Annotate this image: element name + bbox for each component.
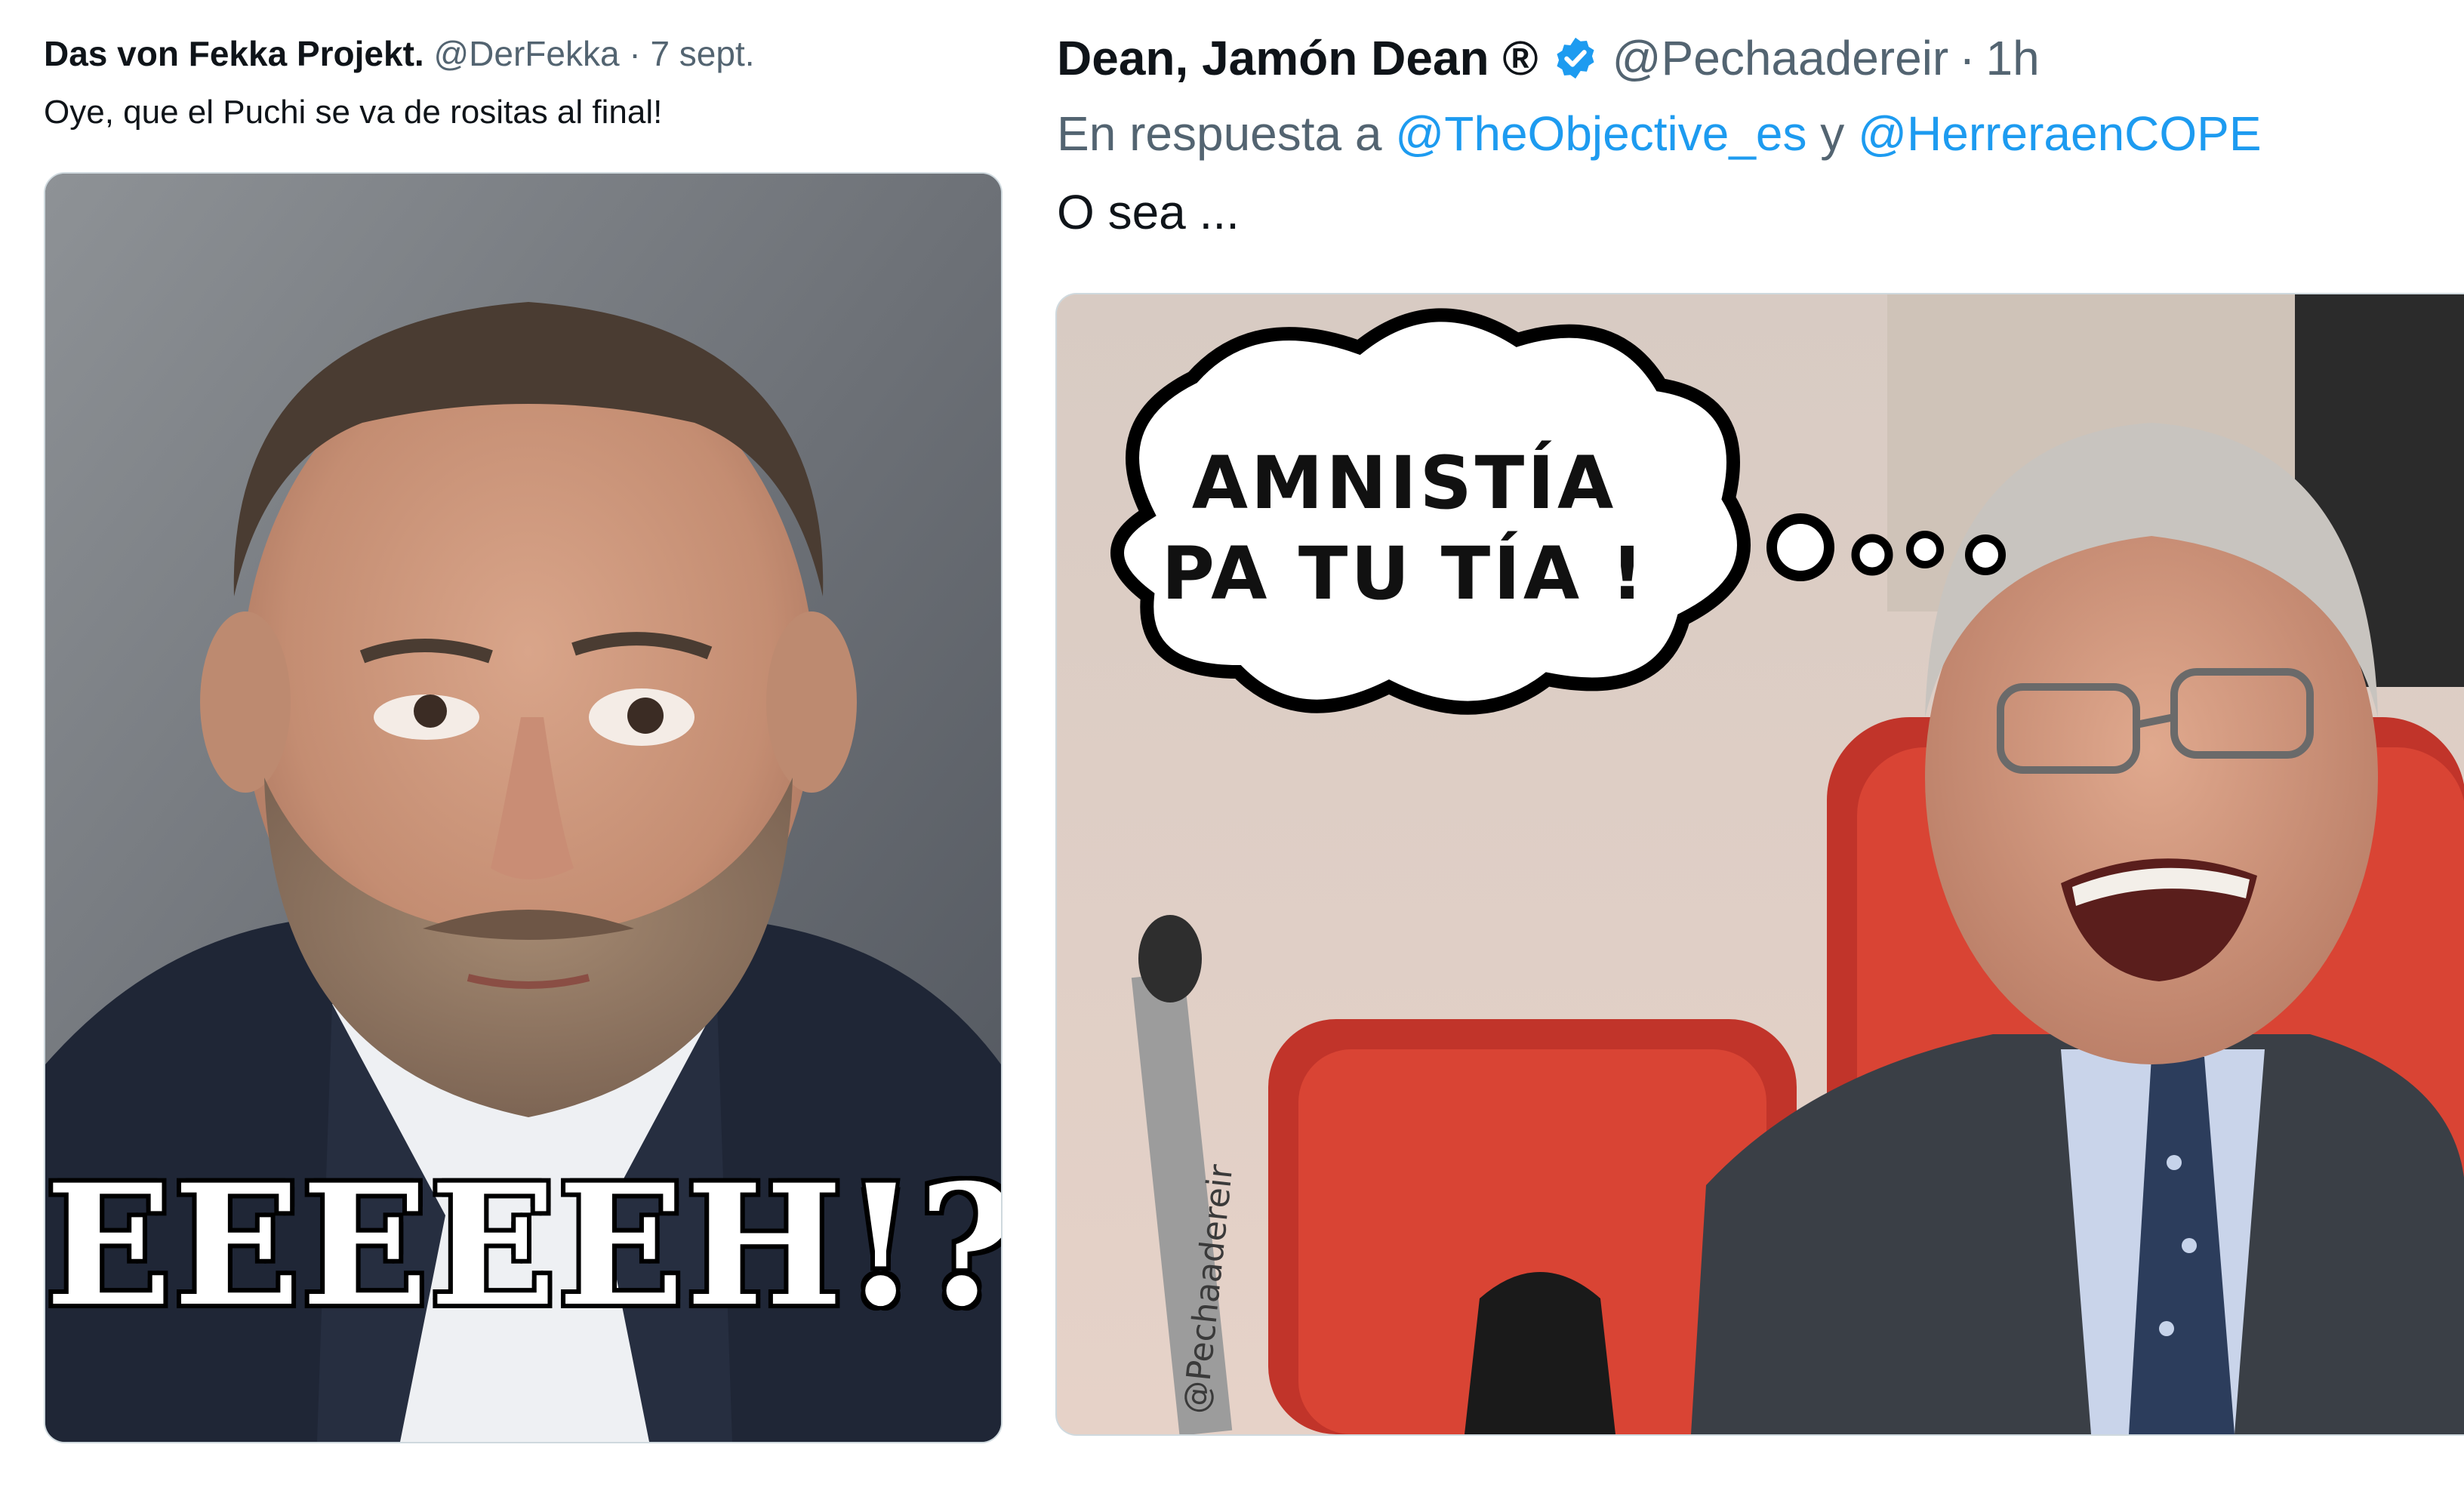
tweet-timestamp[interactable]: 7 sept. (650, 34, 754, 73)
tweet-text: O sea ... (1057, 185, 1240, 239)
reply-prefix: En respuesta a (1057, 106, 1382, 161)
verified-badge-icon (1557, 37, 1594, 79)
mention-link[interactable]: @HerreraenCOPE (1858, 106, 2261, 161)
tweet-timestamp[interactable]: 1h (1986, 30, 2040, 86)
tweet-header: Dean, Jamón Dean ® @Pechaadereir · 1h (1057, 30, 2040, 86)
meme-overlay-text: EEEEEH!? (45, 1144, 1003, 1347)
mention-link[interactable]: @TheObjective_es (1395, 106, 1806, 161)
bubble-line: PA TU TÍA ! (1161, 531, 1647, 616)
separator-dot: · (629, 34, 641, 73)
author-handle[interactable]: @Pechaadereir (1612, 30, 1949, 86)
author-handle[interactable]: @DerFekka (433, 34, 619, 73)
tweet-image[interactable]: EEEEEH!? (44, 172, 1003, 1443)
author-name[interactable]: Dean, Jamón Dean ® (1057, 30, 1538, 86)
tweet-image[interactable]: AMNISTÍA PA TU TÍA ! @Pechaadereir (1055, 293, 2464, 1436)
tweet-header: Das von Fekka Projekt. @DerFekka · 7 sep… (44, 33, 755, 74)
bubble-line: AMNISTÍA (1191, 441, 1617, 525)
tweet-card[interactable]: Das von Fekka Projekt. @DerFekka · 7 sep… (0, 0, 1027, 1503)
author-name[interactable]: Das von Fekka Projekt. (44, 34, 424, 73)
reply-context: En respuesta a @TheObjective_es y @Herre… (1057, 106, 2262, 162)
tweet-card[interactable]: Dean, Jamón Dean ® @Pechaadereir · 1h En… (1027, 0, 2464, 1503)
tweet-text: Oye, que el Puchi se va de rositas al fi… (44, 94, 663, 131)
mention-joiner: y (1820, 106, 1845, 161)
separator-dot: · (1959, 31, 1976, 85)
thought-bubble-text: AMNISTÍA PA TU TÍA ! (1155, 438, 1653, 619)
